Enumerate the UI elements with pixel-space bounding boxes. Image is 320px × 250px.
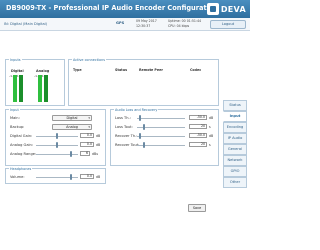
digital-gain-field[interactable]: 0.0	[80, 133, 94, 138]
analog-range-label: Analog Range:	[10, 152, 37, 156]
recover-threshold-knob[interactable]	[139, 133, 141, 139]
nav-item-status[interactable]: Status	[223, 100, 247, 111]
input-panel: Input Main: Digital Backup: Analog Digit…	[5, 108, 106, 166]
digital-meter-label: Digital	[11, 69, 24, 73]
cpu-value: 04 kbps	[176, 24, 190, 28]
save-button[interactable]: Save	[188, 204, 206, 212]
app-header: DB9009-TX - Professional IP Audio Encode…	[0, 0, 250, 18]
loss-threshold-label: Loss Th.:	[115, 116, 131, 120]
recover-threshold-unit: dB	[209, 134, 214, 138]
uptime-value: 00 01:51:44	[181, 19, 202, 23]
nav-item-gpio[interactable]: GPIO	[223, 166, 247, 177]
loss-threshold-knob[interactable]	[139, 115, 141, 121]
loss-threshold-slider[interactable]	[137, 115, 185, 121]
loss-timeout-unit: s	[209, 125, 211, 129]
column-remote-peer: Remote Peer	[139, 68, 163, 72]
digital-left-meter	[13, 75, 17, 102]
analog-gain-label: Analog Gain:	[10, 143, 34, 147]
main-label: Main:	[10, 116, 20, 120]
digital-gain-unit: dB	[96, 134, 101, 138]
analog-left-meter	[38, 75, 42, 102]
gps-label: GPS	[116, 21, 125, 25]
input-title: Input	[9, 108, 20, 112]
volume-field[interactable]: 0.0	[80, 174, 94, 179]
analog-gain-knob[interactable]	[56, 142, 58, 148]
device-input-label: IN: Digital (Main Digital)	[4, 22, 48, 26]
uptime-label: Uptime:	[168, 19, 181, 23]
logout-button[interactable]: Logout	[210, 20, 246, 29]
volume-knob[interactable]	[70, 174, 72, 180]
nav-item-input[interactable]: Input	[223, 111, 247, 122]
recover-timeout-unit: s	[209, 143, 211, 147]
deva-logo-icon	[206, 3, 219, 15]
loss-threshold-field[interactable]: -50.0	[189, 115, 207, 120]
analog-range-slider[interactable]	[36, 151, 78, 157]
digital-gain-slider[interactable]	[36, 133, 78, 139]
audio-loss-recovery-title: Audio Loss and Recovery	[114, 108, 159, 112]
brand-name: DEVA	[220, 4, 246, 14]
volume-slider[interactable]	[36, 174, 78, 180]
loss-timeout-slider[interactable]	[137, 124, 185, 130]
digital-right-meter	[19, 75, 23, 102]
backup-input-select[interactable]: Analog	[52, 124, 92, 130]
recover-threshold-label: Recover Th.:	[115, 134, 138, 138]
inputs-title: Inputs	[9, 58, 22, 62]
digital-gain-label: Digital Gain:	[10, 134, 33, 138]
recover-timeout-knob[interactable]	[143, 142, 145, 148]
column-status: Status	[115, 68, 128, 72]
loss-timeout-label: Loss Tout:	[115, 125, 133, 129]
analog-range-field[interactable]: 6	[80, 151, 90, 156]
analog-range-unit: dBu	[92, 152, 99, 156]
nav-item-encoding[interactable]: Encoding	[223, 122, 247, 133]
cpu-label: CPU:	[168, 24, 176, 28]
nav-item-general[interactable]: General	[223, 144, 247, 155]
nav-item-network[interactable]: Network	[223, 155, 247, 166]
date-time: 09 May 2017 12:30:37	[136, 19, 157, 29]
page-title: DB9009-TX - Professional IP Audio Encode…	[6, 4, 219, 12]
uptime-cpu: Uptime: 00 01:51:44 CPU: 04 kbps	[168, 19, 201, 29]
recover-timeout-label: Recover Tout:	[115, 143, 140, 147]
headphones-panel: Headphones Volume: 0.0 dB	[5, 167, 106, 184]
recover-timeout-slider[interactable]	[137, 142, 185, 148]
active-connections-title: Active connections	[72, 58, 107, 62]
analog-gain-field[interactable]: 0.0	[80, 142, 94, 147]
inputs-panel: Inputs Digital Analog -1.8 -1.8 -1.8 -1.…	[5, 58, 65, 106]
deva-logo: DEVA	[206, 2, 246, 16]
volume-unit: dB	[96, 175, 101, 179]
nav-item-ip-audio[interactable]: IP Audio	[223, 133, 247, 144]
cpu-row: CPU: 04 kbps	[168, 24, 201, 29]
active-connections-panel: Active connections Type Status Remote Pe…	[68, 58, 219, 106]
nav-item-other[interactable]: Other	[223, 177, 247, 188]
recover-timeout-field[interactable]: 20	[189, 142, 207, 147]
volume-label: Volume:	[10, 175, 25, 179]
loss-timeout-knob[interactable]	[143, 124, 145, 130]
loss-timeout-field[interactable]: 20	[189, 124, 207, 129]
loss-threshold-unit: dB	[209, 116, 214, 120]
analog-right-meter	[44, 75, 48, 102]
analog-range-knob[interactable]	[70, 151, 72, 157]
column-type: Type	[73, 68, 82, 72]
main-input-select[interactable]: Digital	[52, 115, 92, 121]
analog-meter-label: Analog	[36, 69, 50, 73]
time-value: 12:30:37	[136, 24, 151, 28]
analog-gain-unit: dB	[96, 143, 101, 147]
audio-loss-recovery-panel: Audio Loss and Recovery Loss Th.: -50.0 …	[110, 108, 219, 166]
column-codec: Codec	[190, 68, 202, 72]
recover-threshold-field[interactable]: -50.0	[189, 133, 207, 138]
analog-gain-slider[interactable]	[36, 142, 78, 148]
recover-threshold-slider[interactable]	[137, 133, 185, 139]
digital-gain-knob[interactable]	[56, 133, 58, 139]
headphones-title: Headphones	[9, 167, 33, 171]
backup-label: Backup:	[10, 125, 25, 129]
